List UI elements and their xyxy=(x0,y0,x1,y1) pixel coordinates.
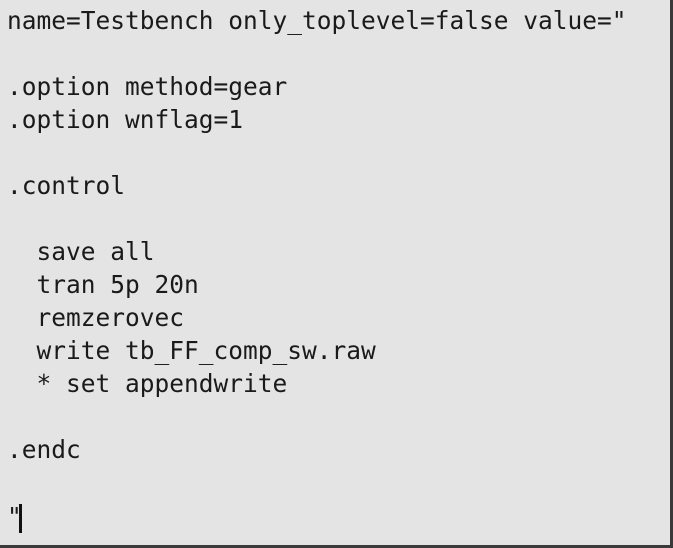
code-line-header: name=Testbench only_toplevel=false value… xyxy=(7,6,627,35)
netlist-text-editor[interactable]: name=Testbench only_toplevel=false value… xyxy=(0,0,673,548)
code-line-comment: * set appendwrite xyxy=(7,369,288,398)
code-line-tran: tran 5p 20n xyxy=(7,270,199,299)
code-line-write: write tb_FF_comp_sw.raw xyxy=(7,336,376,365)
code-line-control: .control xyxy=(7,171,126,200)
code-line-remzerovec: remzerovec xyxy=(7,303,185,332)
code-line-option-wnflag: .option wnflag=1 xyxy=(7,105,244,134)
code-line-save: save all xyxy=(7,237,155,266)
text-cursor xyxy=(19,504,22,533)
code-line-option-method: .option method=gear xyxy=(7,72,288,101)
code-line-endc: .endc xyxy=(7,435,81,464)
